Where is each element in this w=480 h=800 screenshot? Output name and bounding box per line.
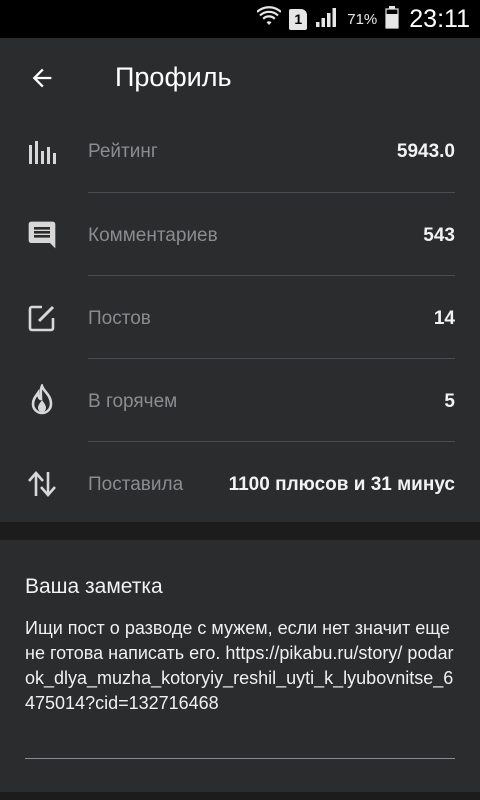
stat-label-hot: В горячем (88, 391, 178, 412)
stat-row-votes: Поставила 1100 плюсов и 31 минус (0, 442, 480, 525)
stat-value-hot: 5 (444, 391, 455, 412)
stat-value-votes: 1100 плюсов и 31 минус (228, 474, 455, 495)
battery-percent: 71% (347, 10, 378, 28)
stat-row-comments: Комментариев 543 (0, 193, 480, 276)
profile-stats-card: Рейтинг 5943.0 Комментариев 543 Постов 1… (0, 122, 480, 522)
flame-icon (22, 381, 62, 421)
note-card: Ваша заметка Ищи пост о разводе с мужем,… (0, 540, 480, 792)
arrow-left-icon (28, 64, 56, 97)
note-title: Ваша заметка (25, 575, 163, 598)
stat-label-votes: Поставила (88, 474, 184, 495)
status-bar: 1 71% 23:11 (0, 0, 480, 38)
comment-icon (22, 215, 62, 255)
app-bar: Профиль (0, 38, 480, 122)
battery-icon (385, 5, 399, 34)
edit-square-icon (22, 298, 62, 338)
stat-label-rating: Рейтинг (88, 141, 158, 162)
clock: 23:11 (409, 4, 470, 33)
note-field-underline (25, 758, 455, 759)
stat-value-comments: 543 (423, 225, 455, 246)
signal-icon (315, 6, 339, 33)
bar-chart-icon (22, 132, 62, 172)
stat-value-posts: 14 (433, 308, 455, 329)
stat-value-rating: 5943.0 (396, 141, 455, 162)
note-text-field[interactable]: Ищи пост о разводе с мужем, если нет зна… (25, 616, 457, 716)
stat-row-hot: В горячем 5 (0, 359, 480, 442)
up-down-arrows-icon (22, 464, 62, 504)
wifi-icon (256, 5, 283, 34)
stat-row-posts: Постов 14 (0, 276, 480, 359)
stat-label-posts: Постов (88, 308, 151, 329)
stat-label-comments: Комментариев (88, 225, 218, 246)
sim-badge: 1 (289, 8, 308, 30)
page-title: Профиль (115, 62, 232, 92)
back-button[interactable] (18, 56, 66, 104)
